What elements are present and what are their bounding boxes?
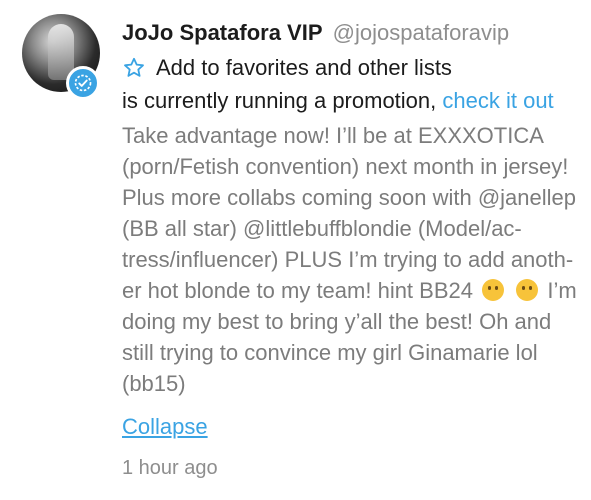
avatar-container[interactable] [22,14,102,100]
message-line: (bb15) [122,371,186,396]
message-line: Take advantage now! I’ll be at EXXXOTICA [122,123,544,148]
message-segment: er hot blonde to my team! hint BB24 [122,278,473,303]
check-it-out-link[interactable]: check it out [442,88,553,113]
message-segment: I’m [547,278,577,303]
name-row: JoJo Spatafora VIP @jojospataforavip [122,20,509,46]
star-icon [124,57,144,77]
display-name[interactable]: JoJo Spatafora VIP [122,20,323,45]
message-line: tress/influencer) PLUS I’m trying to add… [122,247,574,272]
verified-badge [66,66,100,100]
message-line: Plus more collabs coming soon with @jane… [122,185,576,210]
promotion-text: is currently running a promotion, [122,88,437,113]
username[interactable]: @jojospataforavip [333,20,509,45]
promotion-row: is currently running a promotion, check … [122,88,554,114]
collapse-link[interactable]: Collapse [122,414,208,440]
message-line: (porn/Fetish convention) next month in j… [122,154,569,179]
message-line: (BB all star) @littlebuffblondie (Model/… [122,216,522,241]
favorites-label: Add to favorites and other lists [156,55,452,80]
message-text: Take advantage now! I’ll be at EXXXOTICA… [122,120,577,399]
gear-check-icon [74,74,92,92]
winking-face-emoji [516,279,539,301]
add-to-favorites-button[interactable]: Add to favorites and other lists [122,55,452,81]
message-line: doing my best to bring y’all the best! O… [122,309,552,334]
shushing-face-emoji [482,279,505,301]
message-line: still trying to convince my girl Ginamar… [122,340,538,365]
timestamp: 1 hour ago [122,457,218,479]
message-line-with-emojis: er hot blonde to my team! hint BB24 I’m [122,275,577,306]
